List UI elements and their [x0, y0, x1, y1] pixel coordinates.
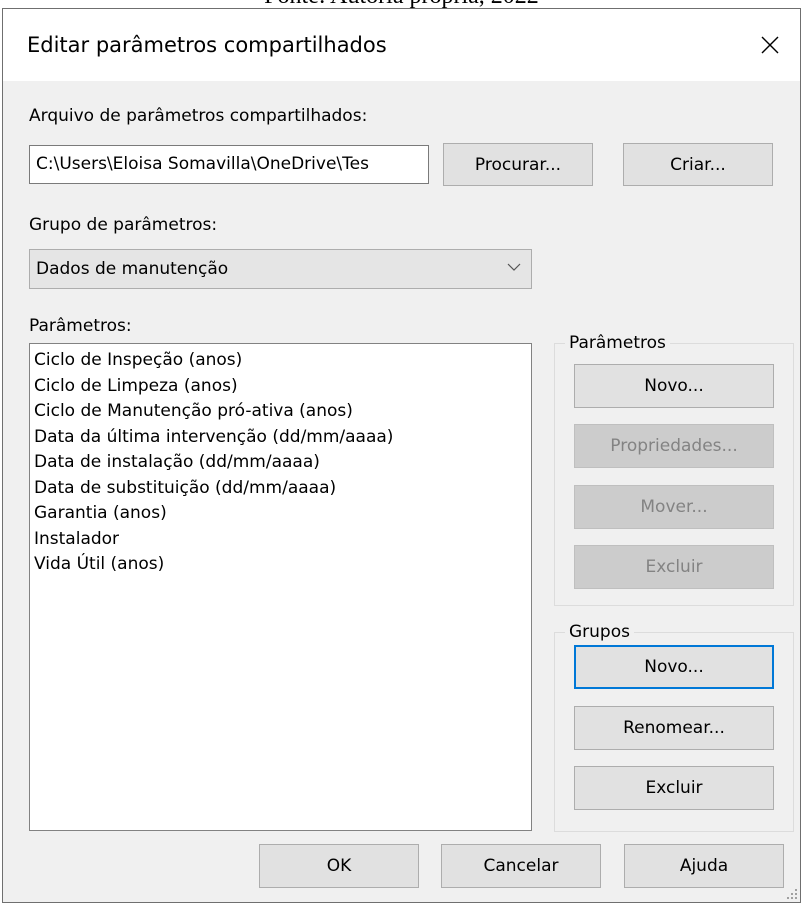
parameter-group-label: Grupo de parâmetros: — [29, 215, 218, 235]
cancel-button[interactable]: Cancelar — [441, 844, 601, 888]
dialog-title: Editar parâmetros compartilhados — [27, 33, 387, 57]
parameter-properties-button[interactable]: Propriedades... — [574, 424, 774, 468]
new-parameter-button[interactable]: Novo... — [574, 364, 774, 408]
parameters-list-label: Parâmetros: — [29, 316, 132, 336]
ok-button[interactable]: OK — [259, 844, 419, 888]
new-group-button[interactable]: Novo... — [574, 645, 774, 689]
list-item[interactable]: Ciclo de Manutenção pró-ativa (anos) — [34, 399, 527, 425]
delete-parameter-button[interactable]: Excluir — [574, 545, 774, 589]
list-item[interactable]: Ciclo de Limpeza (anos) — [34, 374, 527, 400]
parameters-groupbox-title: Parâmetros — [565, 333, 670, 353]
parameter-group-select[interactable]: Dados de manutenção — [29, 249, 532, 289]
help-button[interactable]: Ajuda — [624, 844, 784, 888]
list-item[interactable]: Vida Útil (anos) — [34, 552, 527, 578]
list-item[interactable]: Ciclo de Inspeção (anos) — [34, 348, 527, 374]
shared-file-label: Arquivo de parâmetros compartilhados: — [29, 106, 368, 126]
edit-shared-parameters-dialog: Editar parâmetros compartilhados Arquivo… — [2, 8, 801, 903]
title-bar: Editar parâmetros compartilhados — [3, 9, 800, 81]
list-item[interactable]: Data de instalação (dd/mm/aaaa) — [34, 450, 527, 476]
list-item[interactable]: Data de substituição (dd/mm/aaaa) — [34, 476, 527, 502]
rename-group-button[interactable]: Renomear... — [574, 706, 774, 750]
parameter-group-selected-value: Dados de manutenção — [36, 259, 229, 279]
close-icon — [761, 36, 779, 54]
move-parameter-button[interactable]: Mover... — [574, 485, 774, 529]
groups-groupbox-title: Grupos — [565, 622, 634, 642]
figure-caption: Fonte: Autoria própria, 2022 — [0, 0, 803, 8]
resize-grip-icon[interactable] — [786, 888, 798, 900]
create-button[interactable]: Criar... — [623, 143, 773, 186]
chevron-down-icon — [507, 263, 521, 271]
delete-group-button[interactable]: Excluir — [574, 766, 774, 810]
browse-button[interactable]: Procurar... — [443, 143, 593, 186]
close-button[interactable] — [740, 15, 800, 75]
list-item[interactable]: Data da última intervenção (dd/mm/aaaa) — [34, 425, 527, 451]
list-item[interactable]: Instalador — [34, 527, 527, 553]
parameters-listbox[interactable]: Ciclo de Inspeção (anos) Ciclo de Limpez… — [29, 343, 532, 831]
list-item[interactable]: Garantia (anos) — [34, 501, 527, 527]
shared-file-path-field[interactable]: C:\Users\Eloisa Somavilla\OneDrive\Tes — [29, 145, 429, 184]
